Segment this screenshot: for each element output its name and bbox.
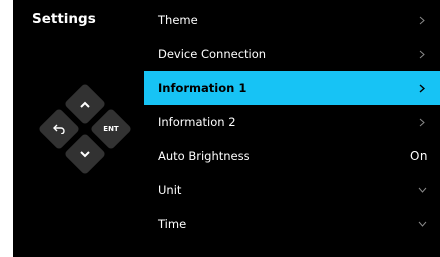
menu-item-unit[interactable]: Unit — [144, 173, 440, 207]
chevron-down-icon — [70, 139, 100, 169]
settings-menu: Theme Device Connection Information 1 In… — [144, 3, 440, 241]
menu-item-label: Unit — [158, 183, 182, 197]
chevron-right-icon — [416, 48, 428, 60]
menu-item-theme[interactable]: Theme — [144, 3, 440, 37]
menu-item-label: Time — [158, 217, 187, 231]
menu-item-information-2[interactable]: Information 2 — [144, 105, 440, 139]
page-title: Settings — [32, 11, 96, 27]
chevron-right-icon — [416, 116, 428, 128]
menu-item-label: Device Connection — [158, 47, 267, 61]
menu-item-label: Information 1 — [158, 81, 247, 95]
dpad: ENT — [30, 80, 140, 180]
menu-item-label: Information 2 — [158, 115, 236, 129]
enter-key-label: ENT — [103, 125, 119, 133]
chevron-down-icon — [416, 218, 428, 230]
settings-screen: Settings ENT Theme Device Connection Inf… — [13, 0, 440, 257]
menu-item-label: Theme — [158, 13, 198, 27]
auto-brightness-value: On — [409, 149, 428, 163]
menu-item-time[interactable]: Time — [144, 207, 440, 241]
chevron-right-icon — [416, 82, 428, 94]
chevron-down-icon — [416, 184, 428, 196]
menu-item-auto-brightness[interactable]: Auto Brightness On — [144, 139, 440, 173]
chevron-right-icon — [416, 14, 428, 26]
menu-item-information-1[interactable]: Information 1 — [144, 71, 440, 105]
menu-item-device-connection[interactable]: Device Connection — [144, 37, 440, 71]
menu-item-label: Auto Brightness — [158, 149, 250, 163]
